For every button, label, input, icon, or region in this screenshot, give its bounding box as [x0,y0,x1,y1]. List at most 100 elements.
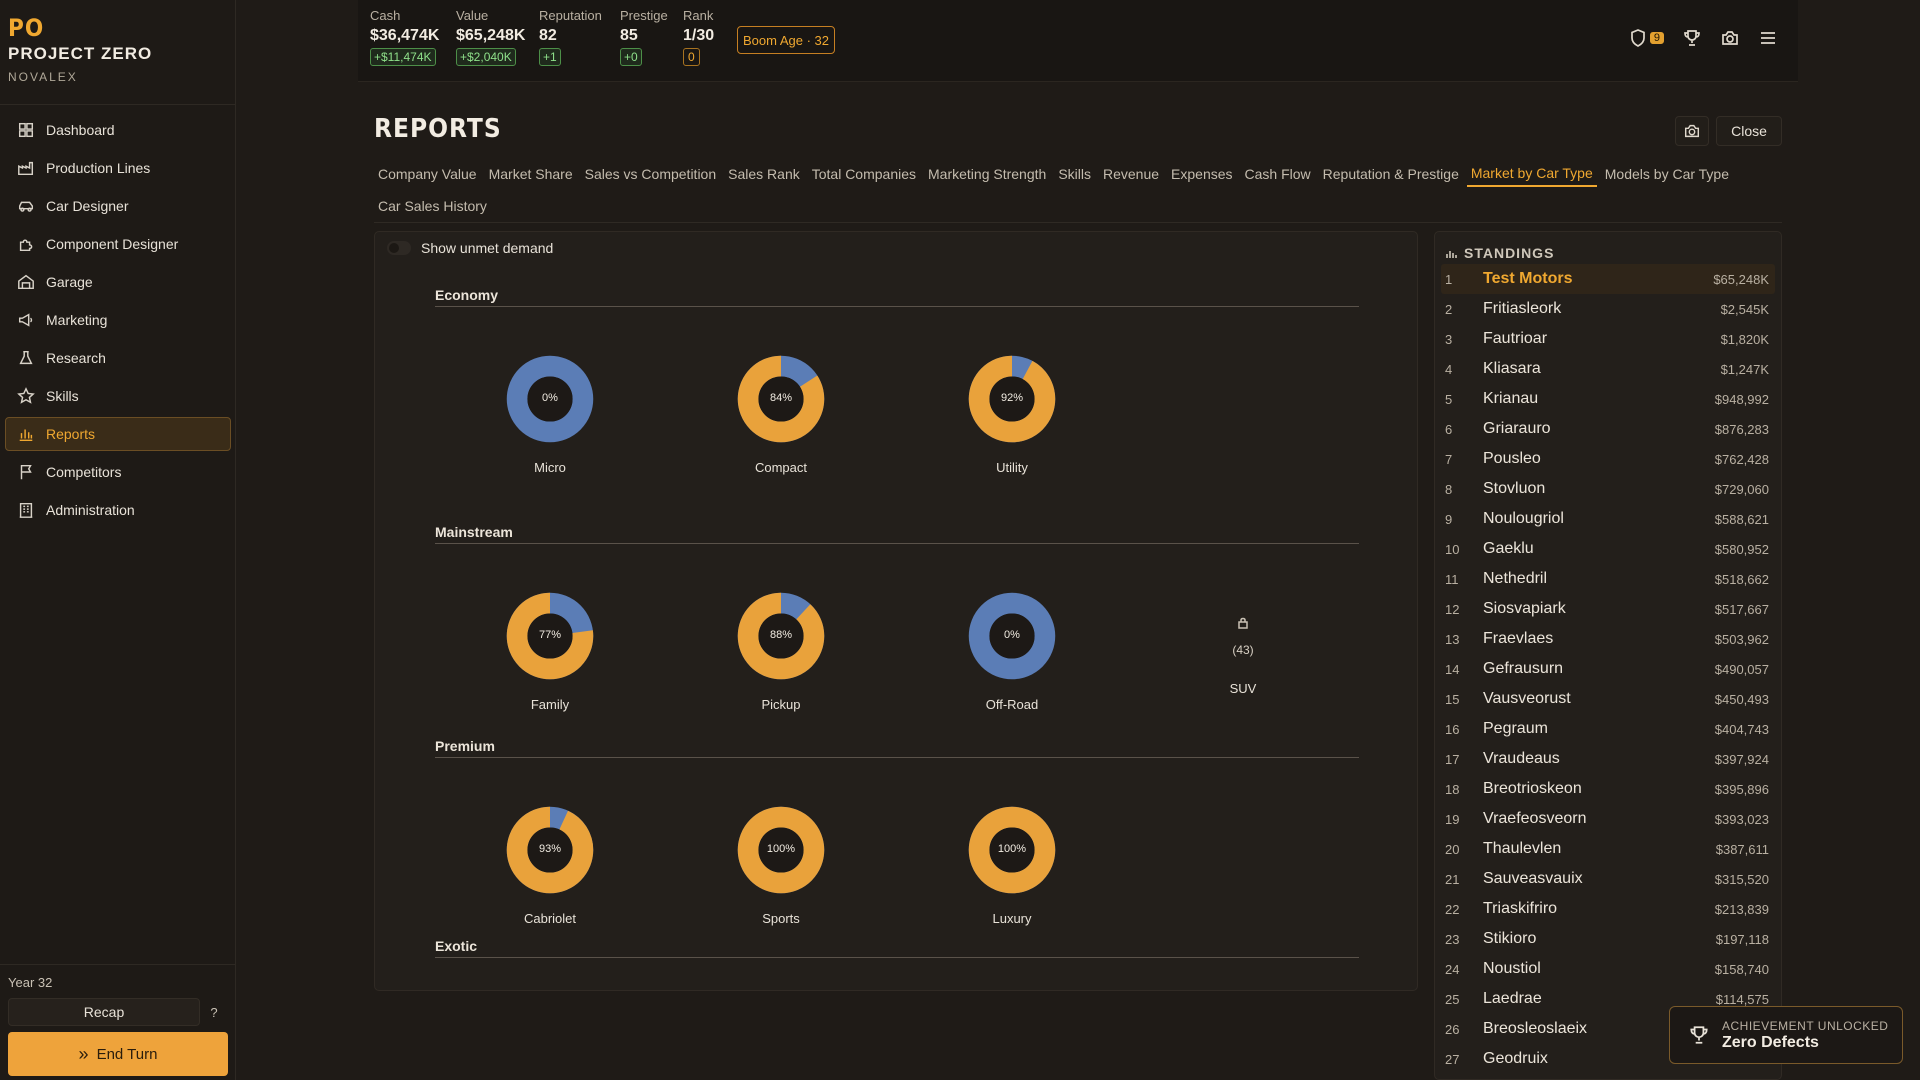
help-button[interactable]: ? [200,998,228,1026]
sidebar-item-garage[interactable]: Garage [5,265,231,299]
tab-cash-flow[interactable]: Cash Flow [1241,161,1315,187]
car-type-off-road-donut[interactable]: 0% Off-Road [965,589,1059,723]
standings-row[interactable]: 3 Fautrioar $1,820K [1441,324,1775,354]
standings-company: Stovluon [1483,480,1546,497]
standings-rank: 9 [1445,511,1453,527]
achievement-toast[interactable]: ACHIEVEMENT UNLOCKED Zero Defects [1669,1006,1903,1064]
tab-models-by-car-type[interactable]: Models by Car Type [1601,161,1733,187]
tab-sales-rank[interactable]: Sales Rank [724,161,804,187]
car-type-suv-locked[interactable]: (43) SUV [1203,616,1283,696]
puzzle-icon [16,234,36,254]
end-turn-button[interactable]: » End Turn [8,1032,228,1076]
standings-row[interactable]: 4 Kliasara $1,247K [1441,354,1775,384]
standings-company: Vraudeaus [1483,750,1560,767]
stat-value: Value $65,248K +$2,040K [456,8,525,66]
standings-row[interactable]: 8 Stovluon $729,060 [1441,474,1775,504]
lock-icon [1238,617,1248,629]
standings-company: Fritiasleork [1483,300,1562,317]
unmet-demand-toggle[interactable] [387,241,411,255]
standings-row[interactable]: 5 Krianau $948,992 [1441,384,1775,414]
standings-row[interactable]: 14 Gefrausurn $490,057 [1441,654,1775,684]
standings-company: Triaskifriro [1483,900,1558,917]
car-type-micro-donut[interactable]: 0% Micro [503,352,597,486]
sidebar-item-production-lines[interactable]: Production Lines [5,151,231,185]
standings-row[interactable]: 6 Griarauro $876,283 [1441,414,1775,444]
sidebar-item-competitors[interactable]: Competitors [5,455,231,489]
sidebar-item-administration[interactable]: Administration [5,493,231,527]
sidebar-item-label: Competitors [46,464,122,480]
camera-icon [1684,124,1700,138]
standings-company: Siosvapiark [1483,600,1566,617]
donut-percent: 88% [769,629,793,641]
standings-row[interactable]: 7 Pousleo $762,428 [1441,444,1775,474]
car-type-sports-donut[interactable]: 100% Sports [734,803,828,937]
close-button[interactable]: Close [1716,116,1782,146]
standings-value: $948,992 [1714,391,1769,407]
standings-rank: 15 [1445,691,1460,707]
standings-row[interactable]: 10 Gaeklu $580,952 [1441,534,1775,564]
car-type-label: Sports [762,911,800,926]
tab-company-value[interactable]: Company Value [374,161,481,187]
sidebar-item-component-designer[interactable]: Component Designer [5,227,231,261]
standings-row[interactable]: 22 Triaskifriro $213,839 [1441,894,1775,924]
sidebar-item-label: Reports [46,426,96,442]
standings-row[interactable]: 20 Thaulevlen $387,611 [1441,834,1775,864]
sidebar-item-skills[interactable]: Skills [5,379,231,413]
standings-row[interactable]: 9 Noulougriol $588,621 [1441,504,1775,534]
standings-row[interactable]: 15 Vausveorust $450,493 [1441,684,1775,714]
export-screenshot-button[interactable] [1675,116,1709,146]
standings-value: $65,248K [1713,271,1769,287]
car-type-utility-donut[interactable]: 92% Utility [965,352,1059,486]
tab-sales-vs-competition[interactable]: Sales vs Competition [581,161,721,187]
tab-total-companies[interactable]: Total Companies [808,161,920,187]
tab-expenses[interactable]: Expenses [1167,161,1236,187]
standings-row[interactable]: 23 Stikioro $197,118 [1441,924,1775,954]
tab-skills[interactable]: Skills [1054,161,1095,187]
tab-reputation-prestige[interactable]: Reputation & Prestige [1319,161,1463,187]
standings-row[interactable]: 12 Siosvapiark $517,667 [1441,594,1775,624]
car-type-family-donut[interactable]: 77% Family [503,589,597,723]
tab-revenue[interactable]: Revenue [1099,161,1163,187]
sidebar-item-car-designer[interactable]: Car Designer [5,189,231,223]
standings-rank: 22 [1445,901,1460,917]
tab-market-share[interactable]: Market Share [485,161,577,187]
standings-row[interactable]: 24 Noustiol $158,740 [1441,954,1775,984]
tab-marketing-strength[interactable]: Marketing Strength [924,161,1050,187]
donut-percent: 84% [769,392,793,404]
car-type-luxury-donut[interactable]: 100% Luxury [965,803,1059,937]
bar-chart-icon [1446,251,1457,258]
standings-value: $588,621 [1714,511,1769,527]
standings-row[interactable]: 11 Nethedril $518,662 [1441,564,1775,594]
recap-button[interactable]: Recap [8,998,200,1026]
tab-car-sales-history[interactable]: Car Sales History [374,193,491,219]
standings-company: Gaeklu [1483,540,1534,557]
shield-button[interactable]: 9 [1628,28,1664,48]
sidebar-item-reports[interactable]: Reports [5,417,231,451]
sidebar-item-dashboard[interactable]: Dashboard [5,113,231,147]
car-type-cabriolet-donut[interactable]: 93% Cabriolet [503,803,597,937]
standings-row[interactable]: 18 Breotrioskeon $395,896 [1441,774,1775,804]
sidebar-item-research[interactable]: Research [5,341,231,375]
era-badge[interactable]: Boom Age · 32 [737,26,835,54]
screenshot-button[interactable] [1720,28,1740,48]
sidebar-item-label: Dashboard [46,122,115,138]
standings-row[interactable]: 13 Fraevlaes $503,962 [1441,624,1775,654]
tab-market-by-car-type[interactable]: Market by Car Type [1466,161,1597,187]
sidebar-item-marketing[interactable]: Marketing [5,303,231,337]
standings-row[interactable]: 19 Vraefeosveorn $393,023 [1441,804,1775,834]
car-type-label: Luxury [992,911,1032,926]
car-type-pickup-donut[interactable]: 88% Pickup [734,589,828,723]
standings-row[interactable]: 1 Test Motors $65,248K [1441,264,1775,294]
menu-button[interactable] [1758,28,1778,48]
trophy-button[interactable] [1682,28,1702,48]
standings-value: $729,060 [1714,481,1769,497]
standings-rank: 18 [1445,781,1460,797]
brand-studio: NOVALEX [8,70,78,84]
standings-row[interactable]: 17 Vraudeaus $397,924 [1441,744,1775,774]
car-type-label: Family [530,697,570,712]
standings-row[interactable]: 2 Fritiasleork $2,545K [1441,294,1775,324]
car-type-compact-donut[interactable]: 84% Compact [734,352,828,486]
standings-row[interactable]: 16 Pegraum $404,743 [1441,714,1775,744]
standings-row[interactable]: 21 Sauveasvauix $315,520 [1441,864,1775,894]
sidebar-item-label: Car Designer [46,198,129,214]
